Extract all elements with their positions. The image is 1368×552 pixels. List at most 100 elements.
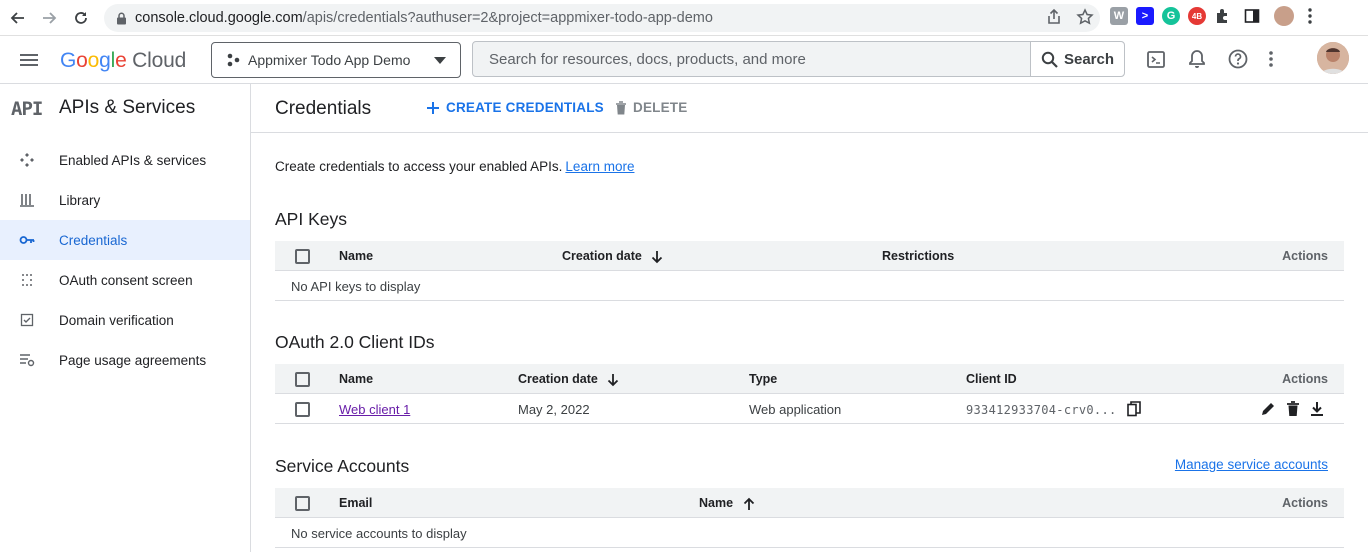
- console-header: Google Cloud Appmixer Todo App Demo Sear…: [0, 36, 1368, 84]
- empty-message: No API keys to display: [291, 279, 421, 294]
- extension-terminal-icon[interactable]: >: [1136, 7, 1154, 25]
- account-avatar[interactable]: [1317, 42, 1349, 74]
- select-all-checkbox[interactable]: [295, 372, 310, 387]
- column-header[interactable]: Email: [339, 496, 372, 510]
- sidebar-title: APIs & Services: [59, 97, 196, 118]
- download-icon[interactable]: [1310, 401, 1324, 417]
- column-header-label: Creation date: [562, 249, 642, 263]
- browser-menu-icon[interactable]: [1308, 8, 1312, 24]
- oauth-title: OAuth 2.0 Client IDs: [275, 332, 435, 352]
- api-keys-table: Name Creation date Restrictions Actions …: [275, 241, 1344, 301]
- cloud-shell-icon[interactable]: [1145, 48, 1167, 70]
- create-credentials-button[interactable]: CREATE CREDENTIALS: [426, 100, 604, 115]
- project-icon: [226, 53, 240, 67]
- column-header-name[interactable]: Name: [699, 496, 755, 511]
- table-header: Name Creation date Restrictions Actions: [275, 241, 1344, 271]
- sidebar-item-domain-verification[interactable]: Domain verification: [0, 300, 250, 340]
- column-header-label: Creation date: [518, 372, 598, 386]
- delete-trash-icon[interactable]: [1286, 401, 1300, 417]
- forward-icon[interactable]: [33, 2, 65, 34]
- select-all-checkbox[interactable]: [295, 496, 310, 511]
- page-usage-icon: [19, 352, 35, 368]
- lock-icon: [116, 12, 127, 25]
- url-text: console.cloud.google.com/apis/credential…: [135, 10, 713, 26]
- column-header[interactable]: Restrictions: [882, 249, 954, 263]
- arrow-up-icon: [743, 497, 755, 511]
- search-input[interactable]: [473, 42, 1030, 76]
- empty-message: No service accounts to display: [291, 526, 467, 541]
- reload-icon[interactable]: [65, 2, 97, 34]
- share-icon[interactable]: [1046, 8, 1062, 26]
- select-all-checkbox[interactable]: [295, 249, 310, 264]
- search-button[interactable]: Search: [1030, 42, 1124, 76]
- extension-w-icon[interactable]: W: [1110, 7, 1128, 25]
- column-header: Actions: [1282, 372, 1328, 386]
- side-panel-icon[interactable]: [1244, 8, 1260, 24]
- plus-icon: [426, 101, 440, 115]
- table-row: No service accounts to display: [275, 518, 1344, 548]
- sidebar-item-label: Library: [59, 192, 101, 208]
- bookmark-star-icon[interactable]: [1076, 8, 1094, 26]
- column-header-label: Name: [699, 496, 734, 510]
- client-name-link[interactable]: Web client 1: [339, 402, 410, 417]
- sidebar: API APIs & Services Enabled APIs & servi…: [0, 84, 251, 552]
- client-id: 933412933704-crv0...: [966, 403, 1117, 417]
- column-header-creation-date[interactable]: Creation date: [518, 372, 619, 387]
- project-selector[interactable]: Appmixer Todo App Demo: [211, 42, 461, 78]
- back-icon[interactable]: [2, 2, 34, 34]
- project-name: Appmixer Todo App Demo: [248, 52, 411, 68]
- search-icon: [1041, 51, 1058, 68]
- api-keys-title: API Keys: [275, 209, 347, 229]
- sidebar-item-enabled-apis[interactable]: Enabled APIs & services: [0, 140, 250, 180]
- sidebar-item-credentials[interactable]: Credentials: [0, 220, 250, 260]
- address-bar[interactable]: console.cloud.google.com/apis/credential…: [104, 4, 1100, 32]
- create-credentials-label: CREATE CREDENTIALS: [446, 100, 604, 115]
- column-header-creation-date[interactable]: Creation date: [562, 249, 663, 264]
- column-header[interactable]: Name: [339, 249, 373, 263]
- table-row: No API keys to display: [275, 271, 1344, 301]
- arrow-down-icon: [607, 373, 619, 387]
- edit-pencil-icon[interactable]: [1260, 401, 1276, 417]
- extensions-puzzle-icon[interactable]: [1214, 7, 1232, 25]
- oauth-table: Name Creation date Type Client ID Action…: [275, 364, 1344, 424]
- extension-red-icon[interactable]: 4B: [1188, 7, 1206, 25]
- learn-more-link[interactable]: Learn more: [565, 159, 634, 174]
- google-cloud-logo[interactable]: Google Cloud: [60, 49, 186, 73]
- api-logo-icon: API: [11, 98, 43, 120]
- search-button-label: Search: [1063, 50, 1115, 68]
- service-accounts-table: Email Name Actions No service accounts t…: [275, 488, 1344, 548]
- sidebar-item-label: Credentials: [59, 232, 128, 248]
- column-header[interactable]: Type: [749, 372, 777, 386]
- creation-date: May 2, 2022: [518, 402, 590, 417]
- browser-avatar[interactable]: [1274, 6, 1294, 26]
- sidebar-item-label: Enabled APIs & services: [59, 152, 207, 168]
- delete-label: DELETE: [633, 100, 688, 115]
- sidebar-item-oauth-consent[interactable]: OAuth consent screen: [0, 260, 250, 300]
- delete-button[interactable]: DELETE: [615, 100, 687, 115]
- sidebar-item-library[interactable]: Library: [0, 180, 250, 220]
- key-icon: [19, 232, 35, 248]
- sidebar-item-label: Domain verification: [59, 312, 174, 328]
- sidebar-item-label: OAuth consent screen: [59, 272, 193, 288]
- intro-text-body: Create credentials to access your enable…: [275, 159, 563, 174]
- search-bar: Search: [472, 41, 1125, 77]
- enabled-apis-icon: [19, 152, 35, 168]
- manage-service-accounts-link[interactable]: Manage service accounts: [1175, 457, 1328, 472]
- sidebar-item-page-usage[interactable]: Page usage agreements: [0, 340, 250, 380]
- column-header[interactable]: Client ID: [966, 372, 1017, 386]
- help-icon[interactable]: [1227, 48, 1249, 70]
- copy-icon[interactable]: [1127, 401, 1141, 417]
- column-header[interactable]: Name: [339, 372, 373, 386]
- row-checkbox[interactable]: [295, 402, 310, 417]
- more-options-icon[interactable]: [1269, 50, 1273, 68]
- chevron-down-icon: [434, 57, 446, 64]
- notifications-bell-icon[interactable]: [1187, 48, 1207, 70]
- grammarly-icon[interactable]: G: [1162, 7, 1180, 25]
- arrow-down-icon: [651, 250, 663, 264]
- hamburger-menu-icon[interactable]: [16, 48, 42, 72]
- trash-icon: [615, 100, 627, 115]
- table-row: Web client 1 May 2, 2022 Web application…: [275, 394, 1344, 424]
- page-toolbar: Credentials CREATE CREDENTIALS DELETE: [251, 84, 1368, 133]
- table-header: Email Name Actions: [275, 488, 1344, 518]
- column-header: Actions: [1282, 496, 1328, 510]
